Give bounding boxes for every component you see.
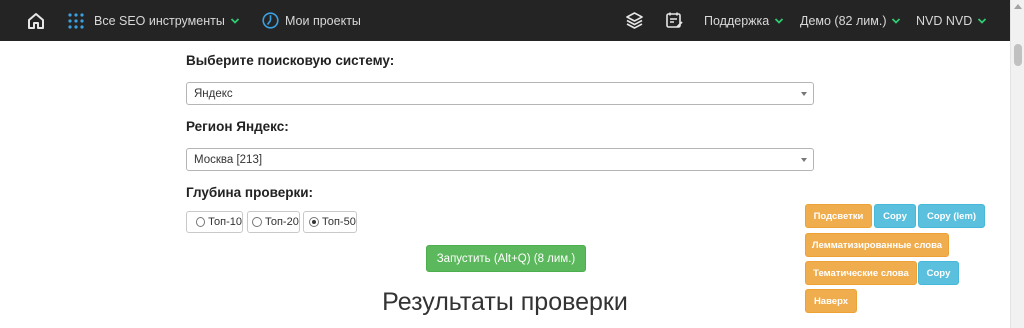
depth-label: Глубина проверки: (186, 185, 314, 200)
scroll-up-arrow-icon[interactable] (1014, 4, 1022, 9)
depth-option-top10[interactable]: Топ-10 (186, 211, 243, 233)
highlight-button[interactable]: Подсветки (805, 204, 872, 228)
radio-button[interactable] (196, 217, 206, 227)
copy-thematic-button[interactable]: Copy (918, 261, 959, 285)
copy-lem-button[interactable]: Copy (lem) (918, 204, 985, 228)
top-navbar: Все SEO инструменты Мои проекты Поддержк… (0, 0, 1010, 41)
scroll-thumb[interactable] (1014, 44, 1022, 66)
region-select-value: Москва [213] (194, 153, 263, 166)
results-title: Результаты проверки (382, 288, 628, 316)
support-menu[interactable]: Поддержка (704, 0, 784, 41)
demo-label: Демо (82 лим.) (800, 13, 887, 28)
caret-down-icon (801, 92, 807, 96)
layers-icon[interactable] (625, 0, 644, 41)
chevron-down-icon (892, 17, 901, 24)
scroll-top-button[interactable]: Наверх (805, 289, 857, 313)
depth-option-top20[interactable]: Топ-20 (247, 211, 300, 233)
demo-menu[interactable]: Демо (82 лим.) (800, 0, 901, 41)
depth-option-label: Топ-20 (265, 216, 299, 228)
engine-select-value: Яндекс (194, 87, 233, 100)
vertical-scrollbar[interactable] (1010, 0, 1024, 328)
all-tools-label: Все SEO инструменты (94, 13, 225, 28)
thematic-words-button[interactable]: Тематические слова (805, 261, 917, 285)
depth-option-label: Топ-50 (322, 216, 356, 228)
all-tools-menu[interactable]: Все SEO инструменты (68, 0, 240, 41)
depth-option-top50[interactable]: Топ-50 (303, 211, 357, 233)
radio-button[interactable] (252, 217, 262, 227)
user-menu[interactable]: NVD NVD (916, 0, 987, 41)
calendar-edit-icon[interactable] (665, 0, 684, 41)
caret-down-icon (801, 158, 807, 162)
grid-dots-icon (68, 12, 84, 29)
chevron-down-icon (978, 17, 987, 24)
copy-button[interactable]: Copy (874, 204, 916, 228)
support-label: Поддержка (704, 13, 770, 28)
region-label: Регион Яндекс: (186, 119, 289, 134)
chevron-down-icon (775, 17, 784, 24)
engine-label: Выберите поисковую систему: (186, 53, 395, 68)
projects-icon (262, 12, 279, 29)
region-select[interactable]: Москва [213] (186, 148, 814, 171)
my-projects-link[interactable]: Мои проекты (262, 0, 361, 41)
run-button[interactable]: Запустить (Alt+Q) (8 лим.) (426, 245, 586, 272)
radio-button-checked[interactable] (309, 217, 319, 227)
depth-option-label: Топ-10 (208, 216, 242, 228)
my-projects-label: Мои проекты (285, 13, 361, 28)
home-icon[interactable] (26, 0, 46, 41)
chevron-down-icon (230, 17, 239, 24)
user-label: NVD NVD (916, 13, 973, 28)
engine-select[interactable]: Яндекс (186, 82, 814, 105)
lemmatized-words-button[interactable]: Лемматизированные слова (805, 233, 949, 257)
